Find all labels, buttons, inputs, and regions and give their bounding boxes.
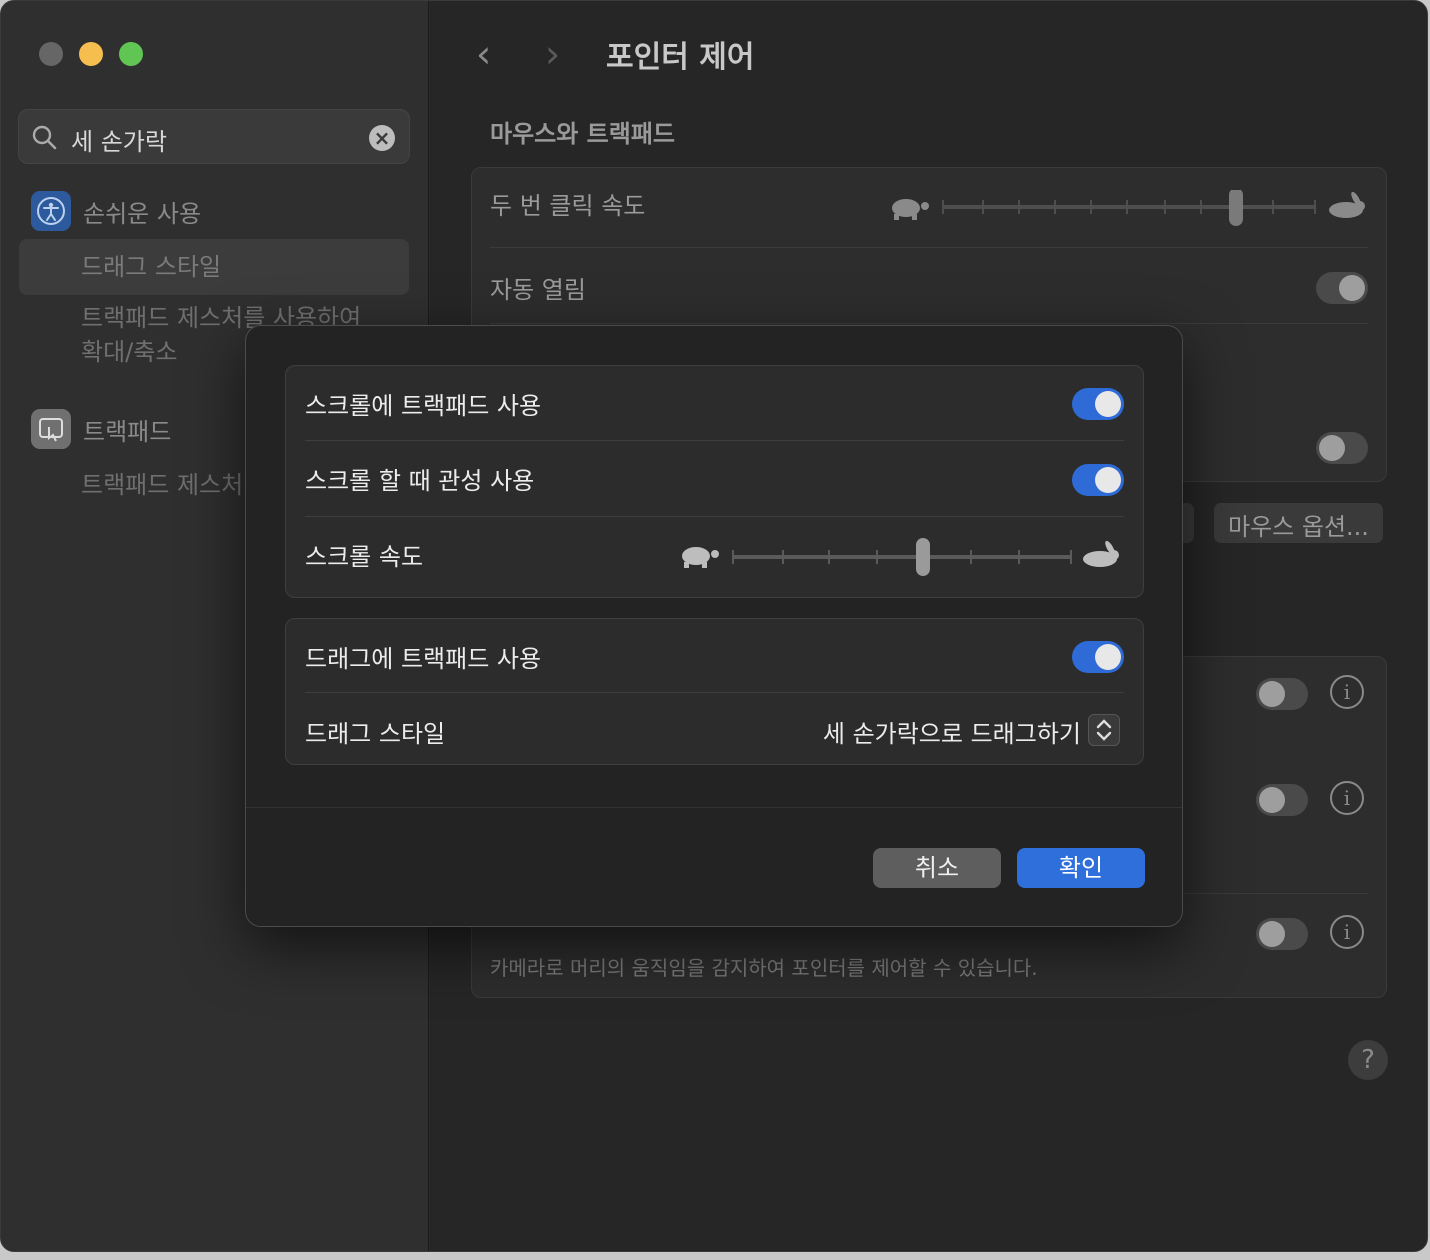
clear-search-icon[interactable]: × — [369, 125, 395, 151]
hare-icon — [1329, 191, 1365, 218]
slider-thumb[interactable] — [916, 538, 930, 576]
spring-loading-toggle[interactable] — [1316, 272, 1368, 304]
row-divider — [305, 692, 1124, 693]
drag-style-label: 드래그 스타일 — [305, 720, 446, 748]
section-heading: 마우스와 트랙패드 — [490, 120, 675, 148]
drag-style-popup[interactable]: 세 손가락으로 드래그하기 — [823, 714, 1081, 749]
info-icon[interactable]: i — [1330, 781, 1364, 815]
footer-divider — [246, 807, 1182, 808]
drag-trackpad-label: 드래그에 트랙패드 사용 — [305, 645, 542, 673]
tortoise-icon — [892, 199, 929, 220]
inertia-label: 스크롤 할 때 관성 사용 — [305, 467, 535, 495]
double-click-speed-slider[interactable] — [886, 190, 1370, 230]
sidebar-item-zoom-line2[interactable]: 확대/축소 — [81, 335, 177, 369]
search-icon — [32, 125, 57, 150]
info-icon[interactable]: i — [1330, 675, 1364, 709]
help-button[interactable]: ? — [1348, 1040, 1388, 1080]
search-field[interactable]: 세 손가락 × — [18, 109, 410, 164]
row-divider — [305, 516, 1124, 517]
popup-chevrons-icon[interactable] — [1088, 714, 1120, 746]
back-chevron-icon[interactable]: ‹ — [476, 32, 491, 76]
trackpad-icon — [31, 409, 71, 449]
info-icon[interactable]: i — [1330, 915, 1364, 949]
drag-trackpad-toggle[interactable] — [1072, 641, 1124, 673]
ok-button[interactable]: 확인 — [1017, 848, 1145, 888]
head-pointer-description: 카메라로 머리의 움직임을 감지하여 포인터를 제어할 수 있습니다. — [490, 956, 1038, 980]
alt-control-toggle-1[interactable] — [1256, 678, 1308, 710]
head-pointer-toggle[interactable] — [1256, 918, 1308, 950]
tortoise-icon — [682, 547, 719, 568]
sidebar-item-trackpad-gestures[interactable]: 트랙패드 제스처 — [81, 468, 243, 502]
accessibility-icon — [31, 191, 71, 231]
drag-group: 드래그에 트랙패드 사용 드래그 스타일 세 손가락으로 드래그하기 — [285, 618, 1144, 765]
zoom-window-button[interactable] — [119, 42, 143, 66]
sidebar-section-trackpad[interactable]: 트랙패드 — [31, 409, 171, 449]
scroll-trackpad-toggle[interactable] — [1072, 388, 1124, 420]
slider-thumb[interactable] — [1229, 190, 1243, 226]
spring-loading-label: 자동 열림 — [490, 276, 586, 304]
scroll-speed-label: 스크롤 속도 — [305, 543, 424, 571]
sidebar-section-label: 손쉬운 사용 — [83, 199, 202, 228]
search-input[interactable]: 세 손가락 — [71, 122, 167, 157]
scroll-group: 스크롤에 트랙패드 사용 스크롤 할 때 관성 사용 스크롤 속도 — [285, 365, 1144, 598]
hidden-row-toggle[interactable] — [1316, 432, 1368, 464]
sidebar-item-label: 드래그 스타일 — [81, 253, 222, 281]
double-click-speed-label: 두 번 클릭 속도 — [490, 192, 646, 220]
close-window-button[interactable] — [39, 42, 63, 66]
sidebar-section-label: 트랙패드 — [83, 417, 172, 446]
forward-chevron-icon[interactable]: › — [545, 32, 560, 76]
hare-icon — [1083, 540, 1119, 567]
row-divider — [305, 440, 1124, 441]
row-divider — [490, 247, 1368, 248]
sidebar-section-accessibility[interactable]: 손쉬운 사용 — [31, 191, 201, 231]
inertia-toggle[interactable] — [1072, 464, 1124, 496]
mouse-options-button[interactable]: 마우스 옵션... — [1214, 503, 1383, 543]
scroll-speed-slider[interactable] — [676, 538, 1126, 578]
cancel-button[interactable]: 취소 — [873, 848, 1001, 888]
alt-control-toggle-2[interactable] — [1256, 784, 1308, 816]
row-divider — [490, 323, 1368, 324]
page-title: 포인터 제어 — [606, 40, 755, 75]
minimize-window-button[interactable] — [79, 42, 103, 66]
scroll-trackpad-label: 스크롤에 트랙패드 사용 — [305, 392, 542, 420]
trackpad-options-dialog: 스크롤에 트랙패드 사용 스크롤 할 때 관성 사용 스크롤 속도 드래그에 트… — [245, 325, 1183, 927]
